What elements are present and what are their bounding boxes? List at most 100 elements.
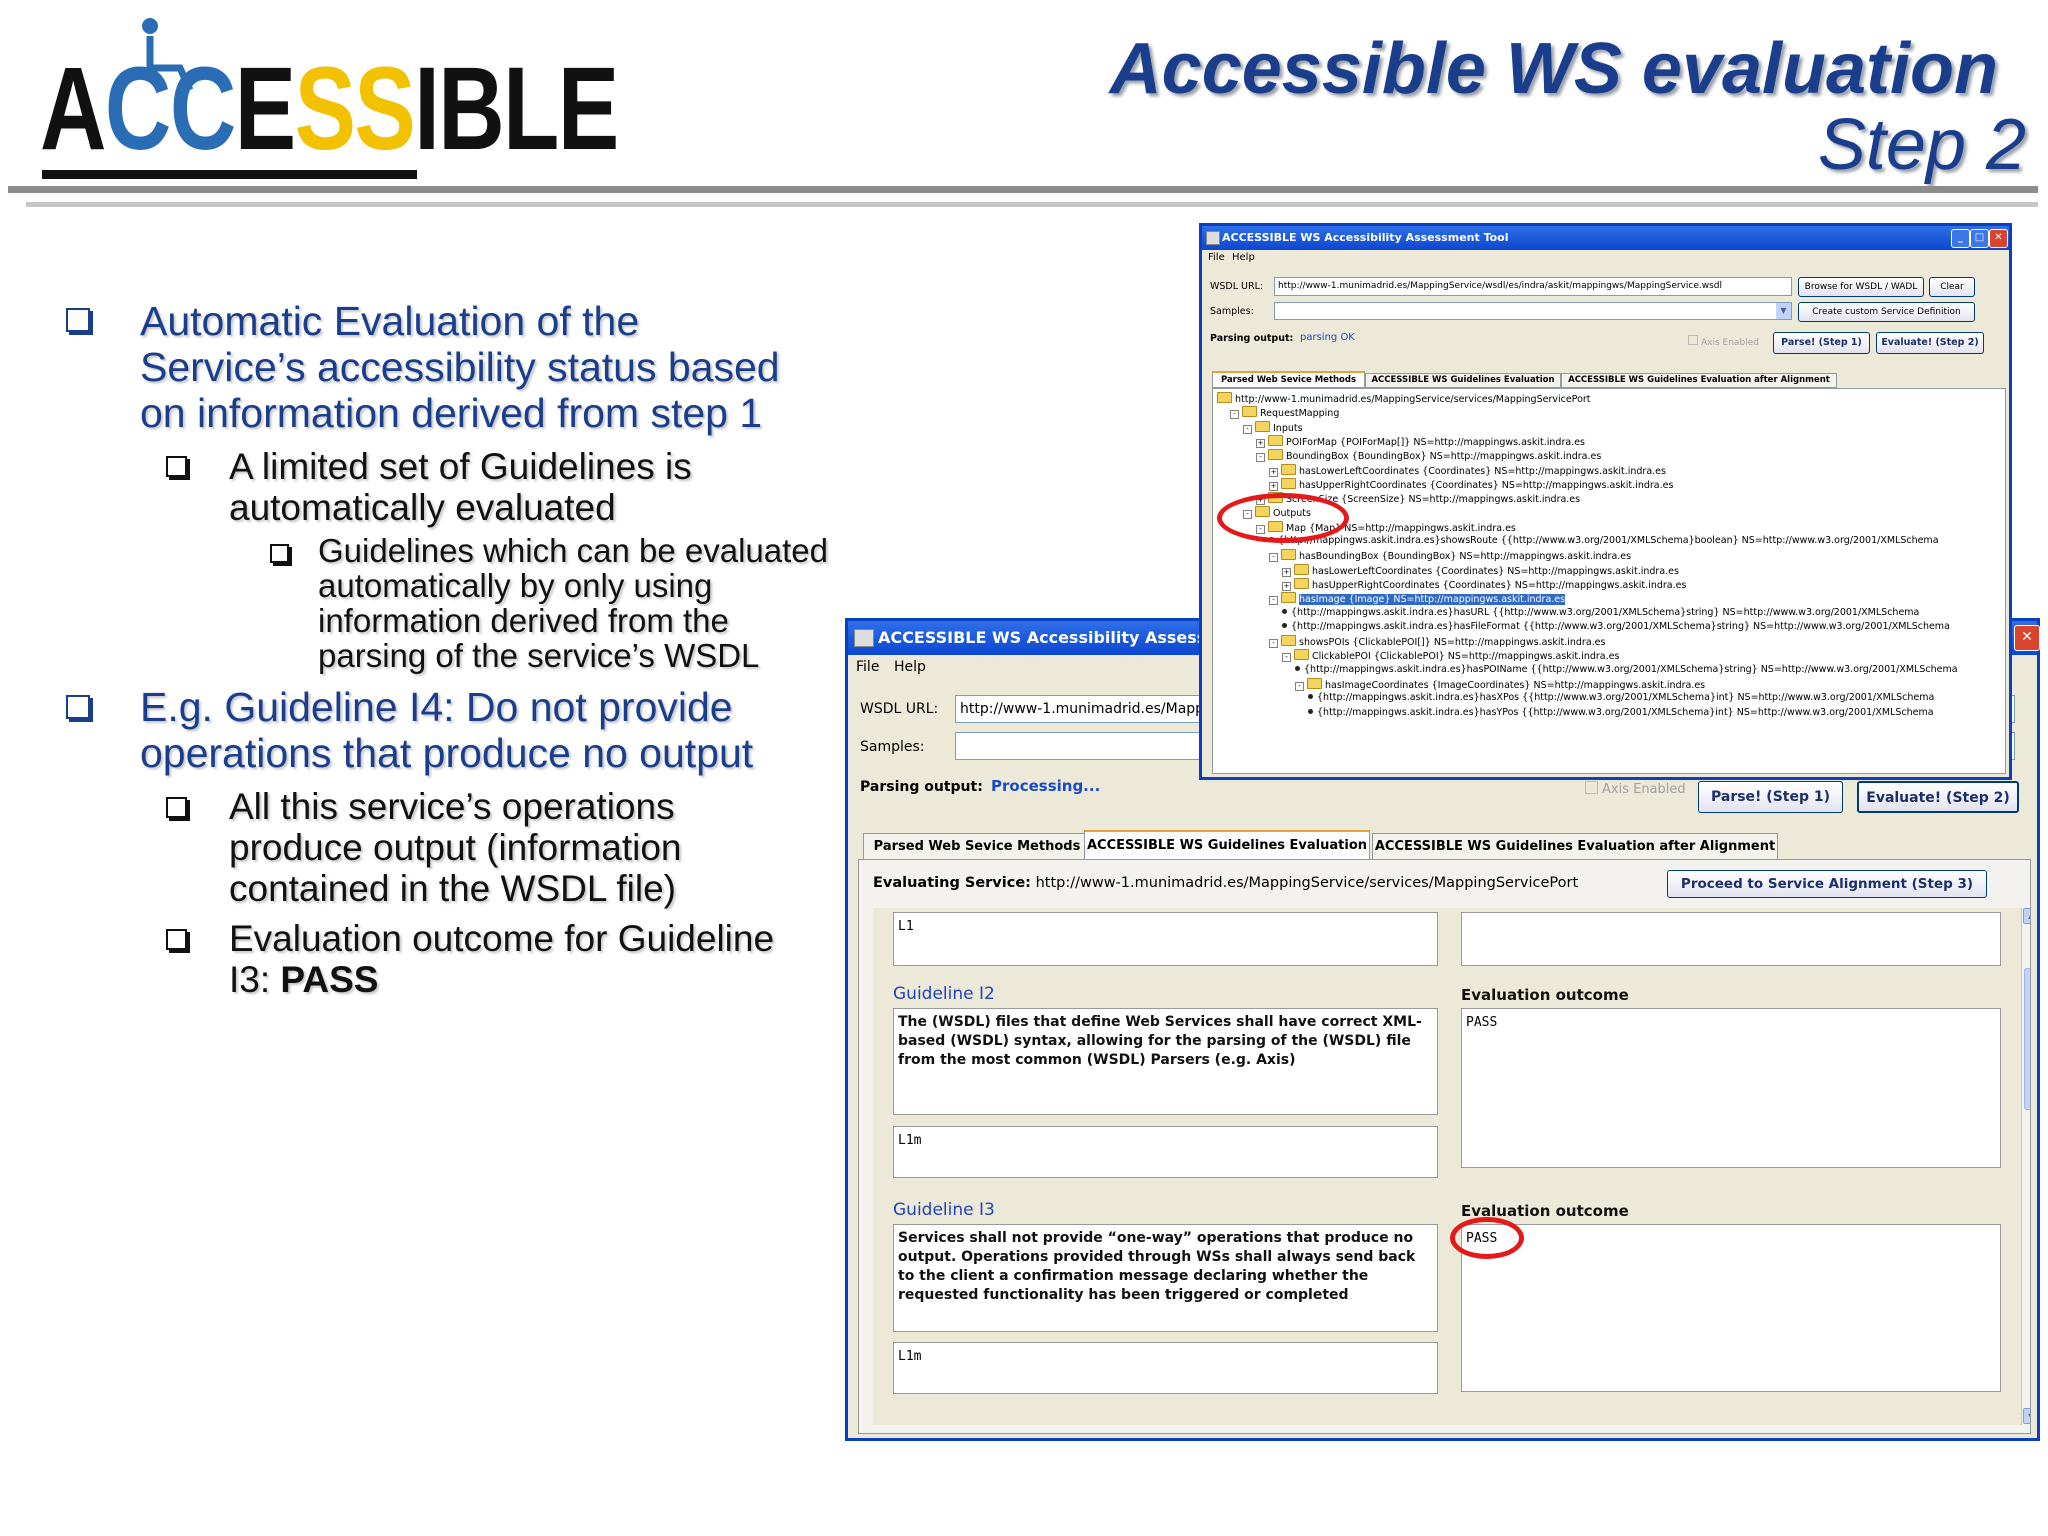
guideline-i2-level: L1m — [893, 1126, 1438, 1178]
wsdl-url-input[interactable]: http://www-1.munimadrid.es/MappingServic… — [1274, 277, 1792, 296]
tree-node[interactable]: - RequestMapping — [1230, 406, 1339, 420]
tree-node-label: {http://mappingws.askit.indra.es}hasYPos… — [1317, 706, 1934, 718]
tree-node[interactable]: - showsPOIs {ClickablePOI[]} NS=http://ma… — [1269, 635, 1605, 649]
collapse-icon[interactable]: - — [1269, 596, 1278, 606]
menu-file[interactable]: File — [1208, 252, 1225, 263]
scroll-up-icon[interactable]: ▲ — [2023, 908, 2030, 924]
folder-icon — [1294, 563, 1309, 575]
bullet-all-operations-output: All this service’s operations produce out… — [229, 786, 682, 909]
collapse-icon[interactable]: - — [1269, 553, 1278, 563]
tree-node[interactable]: - hasImageCoordinates {ImageCoordinates} … — [1295, 678, 1705, 691]
tree-node[interactable]: {http://mappingws.askit.indra.es}hasPOIN… — [1295, 664, 1958, 675]
tab-guidelines-evaluation[interactable]: ACCESSIBLE WS Guidelines Evaluation — [1084, 830, 1370, 861]
parse-step1-button[interactable]: Parse! (Step 1) — [1773, 332, 1870, 354]
vertical-scrollbar[interactable]: ▲ ▼ — [2021, 908, 2030, 1425]
tree-node[interactable]: + hasLowerLeftCoordinates {Coordinates} N… — [1269, 463, 1666, 477]
menu-help[interactable]: Help — [894, 659, 926, 675]
tree-node[interactable]: - BoundingBox {BoundingBox} NS=http://map… — [1256, 449, 1601, 463]
samples-select[interactable]: ▼ — [1274, 302, 1792, 320]
tree-node[interactable]: {http://mappingws.askit.indra.es}hasXPos… — [1308, 692, 1934, 703]
window-title-bar[interactable]: ACCESSIBLE WS Accessibility Assessment T… — [1202, 226, 2009, 250]
guideline-i2-description: The (WSDL) files that define Web Service… — [893, 1008, 1438, 1115]
collapse-icon[interactable]: - — [1256, 453, 1265, 463]
collapse-icon[interactable]: - — [1295, 682, 1304, 691]
scroll-thumb[interactable] — [2024, 968, 2030, 1110]
wsdl-url-label: WSDL URL: — [860, 701, 939, 717]
tree-node[interactable]: + hasUpperRightCoordinates {Coordinates} … — [1269, 477, 1673, 491]
tree-node[interactable]: {http://mappingws.askit.indra.es}hasURL … — [1282, 607, 1919, 618]
guideline-i3-outcome: PASS — [1461, 1224, 2001, 1392]
slide-title: Accessible WS evaluation — [1109, 29, 1998, 109]
slide-subtitle: Step 2 — [1817, 105, 2026, 185]
collapse-icon[interactable]: - — [1230, 410, 1239, 420]
tree-node[interactable]: - hasImage {Image} NS=http://mappingws.as… — [1269, 592, 1566, 606]
expand-icon[interactable]: + — [1269, 481, 1278, 491]
create-custom-definition-button[interactable]: Create custom Service Definition — [1798, 302, 1975, 322]
axis-enabled-checkbox[interactable]: Axis Enabled — [1688, 335, 1759, 348]
tree-node[interactable]: + hasUpperRightCoordinates {Coordinates} … — [1282, 577, 1687, 591]
tab-guidelines-after-alignment[interactable]: ACCESSIBLE WS Guidelines Evaluation afte… — [1561, 373, 1837, 388]
menu-help[interactable]: Help — [1232, 252, 1255, 263]
expand-icon[interactable]: + — [1282, 581, 1291, 591]
java-cup-icon — [1206, 231, 1220, 245]
tree-node-label: hasUpperRightCoordinates {Coordinates} N… — [1312, 579, 1687, 591]
folder-icon — [1281, 463, 1296, 475]
browse-wsdl-button[interactable]: Browse for WSDL / WADL — [1798, 277, 1924, 297]
tree-node[interactable]: {http://mappingws.askit.indra.es}hasFile… — [1282, 621, 1950, 632]
tree-node[interactable]: + POIForMap {POIForMap[]} NS=http://mappi… — [1256, 434, 1585, 448]
leaf-dot-icon — [1282, 608, 1287, 614]
expand-icon[interactable]: + — [1269, 467, 1278, 477]
collapse-icon[interactable]: - — [1243, 424, 1252, 434]
maximize-icon[interactable]: □ — [1970, 229, 1989, 248]
evaluate-step2-button[interactable]: Evaluate! (Step 2) — [1857, 781, 2019, 813]
tree-node[interactable]: {http://mappingws.askit.indra.es}showsRo… — [1269, 535, 1939, 546]
samples-label: Samples: — [860, 739, 925, 755]
bullet-marker — [270, 544, 289, 563]
tab-guidelines-after-alignment[interactable]: ACCESSIBLE WS Guidelines Evaluation afte… — [1372, 833, 1778, 860]
guidelines-scroll-area[interactable]: L1 Guideline I2 Evaluation outcome The (… — [873, 908, 2021, 1425]
guideline-i3-description: Services shall not provide “one-way” ope… — [893, 1224, 1438, 1332]
bullet-limited-guidelines: A limited set of Guidelines is automatica… — [229, 446, 692, 528]
close-icon[interactable]: ✕ — [1989, 229, 2008, 248]
close-icon[interactable]: ✕ — [2014, 625, 2040, 651]
tree-node[interactable]: - Inputs — [1243, 420, 1303, 434]
parsed-methods-tree[interactable]: http://www-1.munimadrid.es/MappingServic… — [1212, 388, 2006, 774]
parsing-output-value: Processing... — [991, 777, 1101, 795]
bullet-marker — [166, 456, 187, 477]
minimize-icon[interactable]: _ — [1951, 229, 1970, 248]
tree-node[interactable]: - hasBoundingBox {BoundingBox} NS=http://… — [1269, 549, 1631, 563]
tab-parsed-methods[interactable]: Parsed Web Sevice Methods — [1212, 371, 1365, 388]
tree-node[interactable]: http://www-1.munimadrid.es/MappingServic… — [1217, 392, 1591, 405]
tree-node-label: {http://mappingws.askit.indra.es}hasXPos… — [1317, 692, 1935, 704]
expand-icon[interactable]: + — [1282, 567, 1291, 577]
bullet-guideline-i4: E.g. Guideline I4: Do not provide operati… — [140, 684, 754, 776]
chevron-down-icon[interactable]: ▼ — [1776, 303, 1791, 319]
tree-node[interactable]: - ClickablePOI {ClickablePOI} NS=http://m… — [1282, 649, 1619, 663]
menu-file[interactable]: File — [856, 659, 879, 675]
collapse-icon[interactable]: - — [1282, 653, 1291, 663]
folder-icon — [1307, 678, 1322, 689]
bullet-guidelines-wsdl: Guidelines which can be evaluated automat… — [318, 532, 829, 674]
tree-node-label: hasImageCoordinates {ImageCoordinates} N… — [1325, 680, 1706, 691]
bullet-marker — [66, 695, 90, 719]
expand-icon[interactable]: + — [1256, 438, 1265, 448]
clear-button[interactable]: Clear — [1929, 277, 1975, 297]
parse-step1-button[interactable]: Parse! (Step 1) — [1698, 781, 1843, 813]
guideline-i3-label: Guideline I3 — [893, 1200, 995, 1220]
guideline-i2-label: Guideline I2 — [893, 984, 995, 1004]
tree-node[interactable]: + hasLowerLeftCoordinates {Coordinates} N… — [1282, 563, 1679, 577]
collapse-icon[interactable]: - — [1269, 639, 1278, 649]
tree-node-label: {http://mappingws.askit.indra.es}hasFile… — [1291, 620, 1950, 632]
tree-node-label: http://www-1.munimadrid.es/MappingServic… — [1235, 394, 1591, 405]
axis-enabled-checkbox[interactable]: Axis Enabled — [1585, 781, 1686, 797]
outputs-highlight-ring — [1217, 493, 1349, 543]
bullet-marker — [166, 797, 187, 818]
tab-parsed-methods[interactable]: Parsed Web Sevice Methods — [863, 833, 1091, 860]
tree-node[interactable]: {http://mappingws.askit.indra.es}hasYPos… — [1308, 707, 1934, 718]
scroll-down-icon[interactable]: ▼ — [2023, 1408, 2030, 1424]
evaluate-step2-button[interactable]: Evaluate! (Step 2) — [1876, 332, 1984, 354]
tab-guidelines-evaluation[interactable]: ACCESSIBLE WS Guidelines Evaluation — [1365, 373, 1561, 388]
proceed-alignment-step3-button[interactable]: Proceed to Service Alignment (Step 3) — [1667, 870, 1987, 898]
outcome-box — [1461, 912, 2001, 966]
wsdl-url-label: WSDL URL: — [1210, 281, 1264, 292]
